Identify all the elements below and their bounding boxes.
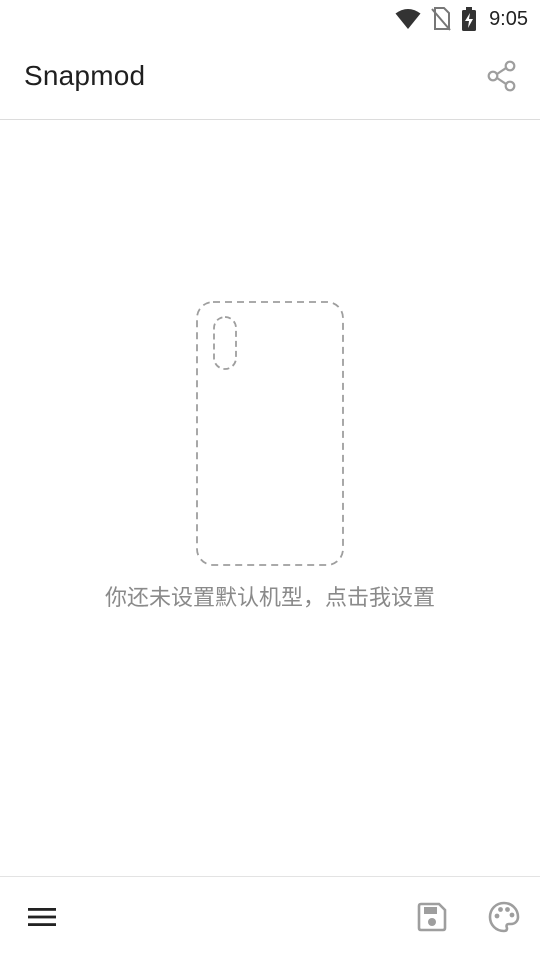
save-button[interactable] <box>410 899 454 939</box>
status-time: 9:05 <box>489 7 528 30</box>
share-button[interactable] <box>482 58 522 98</box>
set-default-model-hint[interactable]: 你还未设置默认机型，点击我设置 <box>0 580 540 612</box>
app-title: Snapmod <box>24 60 146 91</box>
screen: 9:05 Snapmod 你还未设置默认机型，点击我设置 <box>0 0 540 960</box>
share-icon <box>487 60 517 96</box>
palette-button[interactable] <box>482 899 526 939</box>
bottom-bar <box>0 876 540 960</box>
no-sim-icon <box>431 7 451 31</box>
status-bar: 9:05 <box>0 0 540 38</box>
phone-outline-icon <box>195 301 345 571</box>
wifi-icon <box>395 8 421 30</box>
menu-icon <box>27 906 57 932</box>
app-bar: Snapmod <box>0 38 540 120</box>
main-content: 你还未设置默认机型，点击我设置 <box>0 120 540 876</box>
battery-charging-icon <box>461 7 477 31</box>
palette-icon <box>488 901 520 937</box>
save-icon <box>417 902 447 936</box>
set-default-model-area[interactable] <box>195 300 345 567</box>
menu-button[interactable] <box>20 899 64 939</box>
